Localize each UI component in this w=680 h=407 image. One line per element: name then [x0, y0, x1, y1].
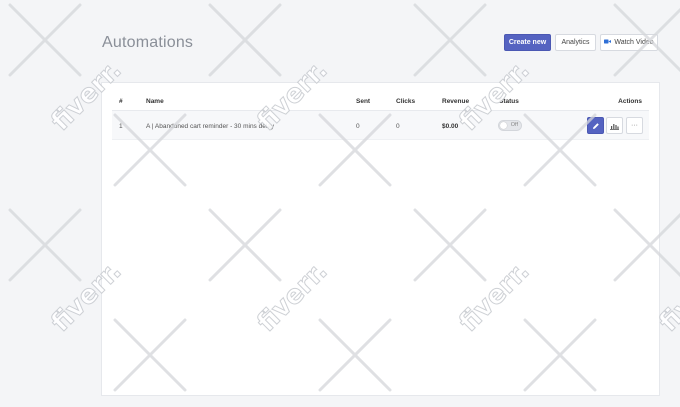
watch-video-label: Watch Video: [614, 39, 654, 46]
row-revenue: $0.00: [442, 123, 459, 130]
column-header-revenue: Revenue: [442, 98, 470, 105]
bar-chart-icon: [610, 117, 619, 135]
automations-table-card: # Name Sent Clicks Revenue Status Action…: [101, 82, 660, 396]
edit-button[interactable]: [587, 117, 604, 134]
status-toggle[interactable]: Off: [498, 120, 522, 131]
column-header-status: Status: [499, 98, 519, 105]
watch-video-button[interactable]: Watch Video: [600, 34, 658, 51]
status-toggle-label: Off: [510, 122, 518, 128]
page-title: Automations: [102, 34, 194, 51]
video-camera-icon: [604, 39, 612, 46]
column-header-index: #: [119, 98, 123, 105]
row-clicks: 0: [396, 123, 400, 130]
automation-name-link[interactable]: A | Abandoned cart reminder - 30 mins de…: [146, 123, 274, 130]
row-sent: 0: [356, 123, 360, 130]
column-header-clicks: Clicks: [396, 98, 416, 105]
column-header-sent: Sent: [356, 98, 371, 105]
more-icon: ···: [631, 122, 638, 129]
column-header-actions: Actions: [618, 98, 642, 105]
edit-icon: [592, 117, 600, 135]
analytics-button[interactable]: Analytics: [555, 34, 596, 51]
column-header-name: Name: [146, 98, 164, 105]
row-index: 1: [119, 123, 123, 130]
create-new-button[interactable]: Create new: [504, 34, 551, 51]
more-options-button[interactable]: ···: [626, 117, 643, 134]
stats-button[interactable]: [606, 117, 623, 134]
toggle-knob: [500, 122, 507, 129]
